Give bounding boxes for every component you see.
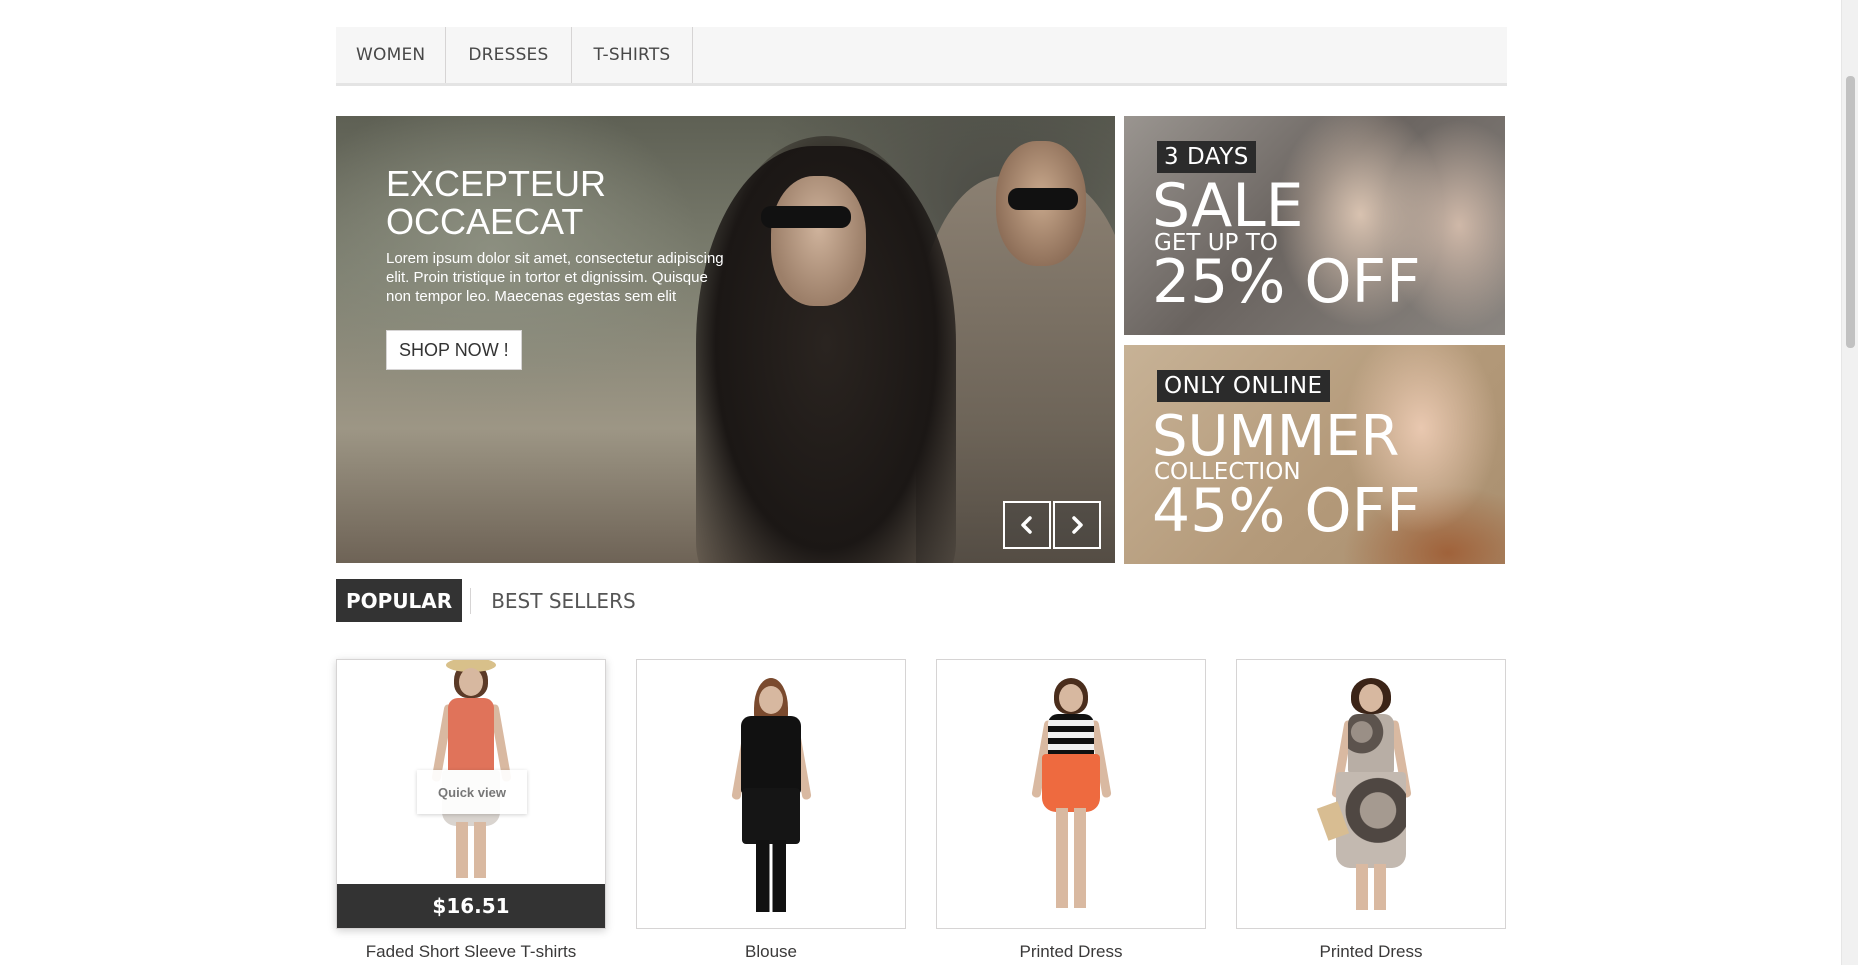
tab-popular[interactable]: POPULAR (336, 579, 463, 622)
product-card[interactable] (636, 659, 906, 929)
product-image[interactable] (637, 660, 905, 928)
promo-banner-sale[interactable]: 3 DAYS SALE GET UP TO 25% OFF (1124, 116, 1505, 335)
nav-item-women[interactable]: WOMEN (336, 27, 447, 83)
model-figure (1016, 668, 1126, 918)
homepage-slider: EXCEPTEUR OCCAECAT Lorem ipsum dolor sit… (336, 116, 1115, 563)
slider-prev-button[interactable] (1003, 501, 1051, 549)
chevron-right-icon (1072, 516, 1083, 534)
product-name[interactable]: Faded Short Sleeve T-shirts (336, 942, 606, 962)
promo-banner-summer[interactable]: ONLY ONLINE SUMMER COLLECTION 45% OFF (1124, 345, 1505, 564)
slider-next-button[interactable] (1053, 501, 1101, 549)
promo-offer: 45% OFF (1152, 476, 1421, 546)
product-image[interactable] (1237, 660, 1505, 928)
chevron-left-icon (1021, 516, 1032, 534)
promo-tag: ONLY ONLINE (1157, 370, 1330, 402)
nav-item-tshirts[interactable]: T-SHIRTS (572, 27, 694, 83)
tab-best-sellers[interactable]: BEST SELLERS (470, 587, 645, 614)
product-image[interactable] (937, 660, 1205, 928)
quick-view-button[interactable]: Quick view (417, 770, 527, 814)
product-name[interactable]: Blouse (636, 942, 906, 962)
nav-item-dresses[interactable]: DRESSES (446, 27, 572, 83)
slider-controls (1003, 501, 1101, 549)
slide-description: Lorem ipsum dolor sit amet, consectetur … (386, 250, 724, 305)
product-price: $16.51 (337, 884, 605, 928)
product-card[interactable] (936, 659, 1206, 929)
top-menu: WOMEN DRESSES T-SHIRTS (336, 27, 1507, 86)
product-name[interactable]: Printed Dress (936, 942, 1206, 962)
model-figure (1316, 668, 1426, 918)
hero-sunglasses-man (1008, 188, 1078, 210)
model-figure (716, 670, 826, 920)
slide-title: EXCEPTEUR OCCAECAT (386, 165, 786, 241)
slide-title-line2: OCCAECAT (386, 201, 584, 242)
product-name[interactable]: Printed Dress (1236, 942, 1506, 962)
promo-headline: SALE (1152, 171, 1304, 241)
scrollbar-thumb[interactable] (1846, 76, 1855, 348)
promo-tag: 3 DAYS (1157, 141, 1256, 173)
promo-offer: 25% OFF (1152, 247, 1421, 317)
page-scrollbar[interactable] (1841, 0, 1858, 965)
shop-now-button[interactable]: SHOP NOW ! (386, 330, 522, 370)
product-card[interactable] (1236, 659, 1506, 929)
promo-headline: SUMMER (1152, 404, 1400, 469)
product-card[interactable]: Quick view $16.51 (336, 659, 606, 929)
slide-title-line1: EXCEPTEUR (386, 163, 607, 204)
product-tabs: POPULAR BEST SELLERS (336, 579, 646, 622)
